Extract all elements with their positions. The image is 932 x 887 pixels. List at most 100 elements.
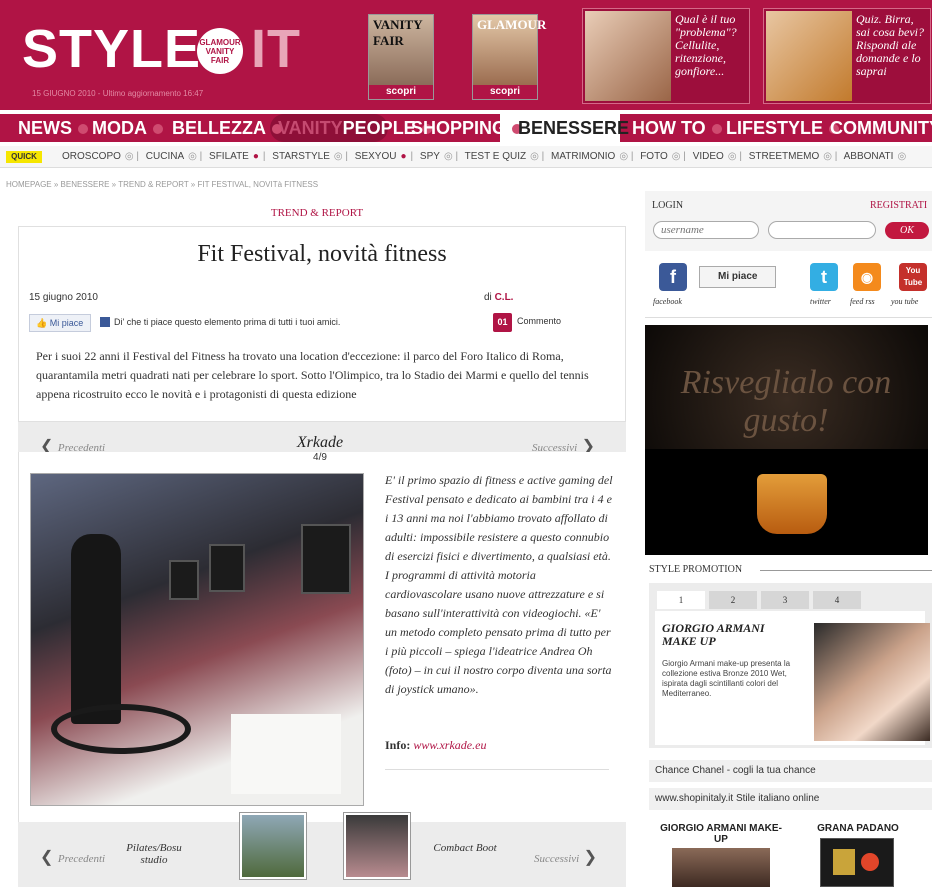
gallery-info: Info: www.xrkade.eu — [385, 738, 487, 752]
next-item-label[interactable]: Combact Boot — [420, 842, 510, 854]
promo-cellulite[interactable]: Qual è il tuo "problema"? Cellulite, rit… — [582, 8, 750, 104]
username-input[interactable] — [653, 221, 759, 239]
section-label[interactable]: TREND & REPORT — [0, 207, 634, 219]
social-bar — [645, 256, 932, 318]
facebook-small-icon — [100, 317, 110, 327]
nav-benessere[interactable]: BENESSERE — [518, 118, 646, 138]
photo-person — [71, 534, 121, 724]
rss-icon[interactable]: ◉ — [853, 263, 881, 291]
facebook-like-button[interactable]: Mi piace — [699, 266, 776, 288]
prev-thumbnail[interactable] — [239, 812, 307, 880]
promo-tab-3[interactable]: 3 — [761, 591, 809, 609]
logo-it: IT — [251, 19, 302, 79]
login-label: LOGIN — [652, 200, 684, 211]
style-promotion-line — [760, 570, 932, 571]
nav-news[interactable]: NEWS — [18, 118, 88, 138]
grana-circle-icon — [861, 853, 879, 871]
style-promotion-label: STYLE PROMOTION — [649, 564, 743, 575]
prev-item-label[interactable]: Pilates/Bosu studio — [118, 842, 190, 866]
facebook-icon[interactable]: f — [659, 263, 687, 291]
quick-video[interactable]: VIDEO — [693, 151, 724, 162]
next-thumbnail[interactable] — [343, 812, 411, 880]
youtube-label[interactable]: you tube — [891, 297, 918, 306]
rss-label[interactable]: feed rss — [850, 297, 875, 306]
nav-shopping[interactable]: SHOPPING — [411, 118, 523, 138]
twitter-icon[interactable]: t — [810, 263, 838, 291]
promo-tab-2[interactable]: 2 — [709, 591, 757, 609]
scopri-button[interactable]: scopri — [369, 85, 433, 99]
like-text: Di' che ti piace questo elemento prima d… — [114, 317, 341, 327]
logo-badge: GLAMOUR VANITY FAIR — [197, 28, 243, 74]
article-author: di C.L. — [484, 292, 514, 303]
youtube-icon[interactable]: You Tube — [899, 263, 927, 291]
site-logo[interactable]: STYLE IT — [22, 18, 301, 80]
magazine-glamour[interactable]: GLAMOUR scopri — [472, 14, 546, 100]
quick-sexyou[interactable]: SEXYOU — [355, 151, 397, 162]
promo-title[interactable]: GIORGIO ARMANI MAKE UP — [662, 622, 802, 648]
armani-image[interactable] — [672, 848, 770, 887]
promo-text: Quiz. Birra, sai cosa bevi? Rispondi ale… — [856, 12, 924, 78]
promo-image[interactable] — [814, 623, 930, 741]
gallery-photo[interactable] — [30, 473, 364, 806]
gallery-divider — [385, 769, 609, 770]
article-title: Fit Festival, novità fitness — [197, 241, 447, 267]
photo-ring — [51, 704, 191, 754]
quick-cucina[interactable]: CUCINA — [146, 151, 184, 162]
nav-lifestyle[interactable]: LIFESTYLE — [726, 118, 840, 138]
grana-padano-logo[interactable] — [820, 838, 894, 887]
ad-glass — [757, 474, 827, 534]
nav-community[interactable]: COMMUNITY — [830, 118, 932, 138]
armani-title[interactable]: GIORGIO ARMANI MAKE-UP — [655, 823, 787, 845]
promo-image — [766, 11, 852, 101]
promo-quiz-birra[interactable]: Quiz. Birra, sai cosa bevi? Rispondi ale… — [763, 8, 931, 104]
logo-style: STYLE — [22, 19, 202, 79]
gallery-foot-prev-button[interactable]: ❮ Precedenti — [40, 847, 105, 867]
login-ok-button[interactable]: OK — [885, 222, 929, 239]
quick-spy[interactable]: SPY — [420, 151, 440, 162]
chevron-left-icon: ❮ — [40, 849, 54, 866]
quick-links: OROSCOPO ◎ | CUCINA ◎ | SFILATE ● | STARSTYL… — [62, 151, 907, 162]
info-link[interactable]: www.xrkade.eu — [413, 738, 486, 752]
chanel-link[interactable]: Chance Chanel - cogli la tua chance — [649, 760, 932, 782]
twitter-label[interactable]: twitter — [810, 297, 831, 306]
magazine-vanity-fair[interactable]: VANITY FAIR scopri — [368, 14, 434, 100]
gallery-counter: 4/9 — [313, 452, 327, 463]
article-date: 15 giugno 2010 — [29, 292, 98, 303]
quick-streetmemo[interactable]: STREETMEMO — [749, 151, 820, 162]
photo-screen — [209, 544, 245, 592]
comment-link[interactable]: Commento — [517, 316, 561, 326]
register-link[interactable]: REGISTRATI — [870, 200, 927, 211]
promo-tab-4[interactable]: 4 — [813, 591, 861, 609]
gallery-foot-next-button[interactable]: Successivi ❯ — [534, 847, 597, 867]
quick-sfilate[interactable]: SFILATE — [209, 151, 249, 162]
like-button[interactable]: 👍 Mi piace — [29, 314, 91, 332]
breadcrumb[interactable]: HOMEPAGE » BENESSERE » TREND & REPORT » … — [6, 180, 318, 189]
nav-moda[interactable]: MODA — [92, 118, 163, 138]
quick-test-e-quiz[interactable]: TEST E QUIZ — [465, 151, 527, 162]
header-date: 15 GIUGNO 2010 - Ultimo aggiornamento 16… — [32, 89, 204, 98]
quick-starstyle[interactable]: STARSTYLE — [272, 151, 330, 162]
nav-vanity-people[interactable]: VANITYPEOPLE — [278, 118, 432, 138]
scopri-button[interactable]: scopri — [473, 85, 537, 99]
photo-screen — [301, 524, 351, 594]
quick-matrimonio[interactable]: MATRIMONIO — [551, 151, 615, 162]
quick-foto[interactable]: FOTO — [640, 151, 668, 162]
chevron-right-icon: ❯ — [583, 849, 598, 866]
article-intro: Per i suoi 22 anni il Festival del Fitne… — [36, 349, 589, 401]
quick-oroscopo[interactable]: OROSCOPO — [62, 151, 121, 162]
author-link[interactable]: C.L. — [495, 292, 514, 303]
magazine-title: GLAMOUR — [477, 17, 547, 32]
comment-count-badge[interactable]: 01 — [493, 313, 512, 332]
nav-how-to[interactable]: HOW TO — [632, 118, 722, 138]
promo-tab-1[interactable]: 1 — [657, 591, 705, 609]
nav-bellezza[interactable]: BELLEZZA — [172, 118, 282, 138]
shopinitaly-link[interactable]: www.shopinitaly.it Stile italiano online — [649, 788, 932, 810]
facebook-label[interactable]: facebook — [653, 297, 682, 306]
grana-badge-icon — [833, 849, 855, 875]
photo-table — [231, 714, 341, 794]
quick-abbonati[interactable]: ABBONATI — [844, 151, 894, 162]
password-input[interactable] — [768, 221, 876, 239]
gallery-title: Xrkade — [296, 434, 344, 451]
grana-padano-title[interactable]: GRANA PADANO — [803, 823, 913, 834]
gallery-description: E' il primo spazio di fitness e active g… — [385, 473, 613, 696]
